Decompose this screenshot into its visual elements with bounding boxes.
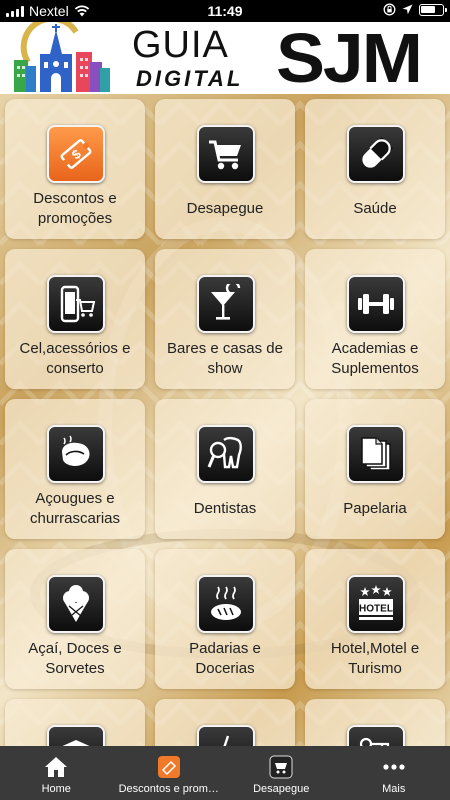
- coupon-icon: $: [47, 125, 105, 183]
- category-tile-hotel[interactable]: HOTEL Hotel,Motel e Turismo: [305, 549, 445, 689]
- category-label: Açaí, Doces e Sorvetes: [28, 640, 122, 677]
- category-tile-tooth[interactable]: Dentistas: [155, 399, 295, 539]
- category-tile-cart[interactable]: Desapegue: [155, 99, 295, 239]
- category-label: Saúde: [353, 200, 397, 217]
- dumbbell-icon: [347, 275, 405, 333]
- tooth-icon: [197, 425, 255, 483]
- category-grid-area[interactable]: $ Descontos e promoções Desapegue Saúde Cel,…: [0, 94, 450, 746]
- coupon-icon: [156, 754, 182, 780]
- category-label: Descontos e promoções: [33, 190, 117, 227]
- logo-guia-text: GUIA: [132, 24, 229, 66]
- logo-digital-text: DIGITAL: [136, 66, 244, 91]
- tab-mais-label: Mais: [382, 783, 406, 795]
- category-label: Dentistas: [193, 500, 257, 517]
- category-tile-dumbbell[interactable]: Academias e Suplementos: [305, 249, 445, 389]
- city-logo-icon: [14, 22, 110, 92]
- logo-sjm-text: SJM: [276, 22, 423, 94]
- battery-icon: [419, 3, 447, 16]
- category-tile-phone-cart[interactable]: Cel,acessórios e conserto: [5, 249, 145, 389]
- bread-icon: [197, 575, 255, 633]
- category-label: Desapegue: [186, 200, 264, 217]
- cart-icon: [197, 125, 255, 183]
- hotel-icon: HOTEL: [347, 575, 405, 633]
- status-right: [383, 3, 447, 16]
- steak-icon: [47, 425, 105, 483]
- tab-home-label: Home: [41, 783, 71, 795]
- tab-home[interactable]: Home: [0, 746, 113, 800]
- cart-icon: [268, 754, 294, 780]
- pill-icon: [347, 125, 405, 183]
- category-tile-cocktail[interactable]: Bares e casas de show: [155, 249, 295, 389]
- category-tile-fast-food[interactable]: [155, 699, 295, 746]
- tab-desapegue[interactable]: Desapegue: [225, 746, 338, 800]
- category-tile-graduation-cap[interactable]: [5, 699, 145, 746]
- category-label: Padarias e Docerias: [189, 640, 261, 677]
- bottom-tab-bar: Home Descontos e prom… Desapegue Mais: [0, 746, 450, 800]
- home-icon: [43, 754, 69, 780]
- car-key-icon: [347, 725, 405, 746]
- category-label: Cel,acessórios e conserto: [19, 340, 131, 377]
- category-tile-car-key[interactable]: [305, 699, 445, 746]
- papers-icon: [347, 425, 405, 483]
- location-arrow-icon: [402, 4, 413, 15]
- category-label: Hotel,Motel e Turismo: [330, 640, 420, 677]
- category-tile-coupon[interactable]: $ Descontos e promoções: [5, 99, 145, 239]
- header-banner: GUIA DIGITAL SJM: [0, 22, 450, 94]
- tab-descontos[interactable]: Descontos e prom…: [113, 746, 226, 800]
- tab-mais[interactable]: Mais: [338, 746, 450, 800]
- category-tile-pill[interactable]: Saúde: [305, 99, 445, 239]
- ice-cream-icon: [47, 575, 105, 633]
- category-label: Bares e casas de show: [167, 340, 283, 377]
- category-label: Papelaria: [343, 500, 407, 517]
- fast-food-icon: [197, 725, 255, 746]
- category-tile-ice-cream[interactable]: Açaí, Doces e Sorvetes: [5, 549, 145, 689]
- status-bar: Nextel 11:49: [0, 0, 450, 22]
- category-tile-steak[interactable]: Açougues e churrascarias: [5, 399, 145, 539]
- category-tile-papers[interactable]: Papelaria: [305, 399, 445, 539]
- category-label: Academias e Suplementos: [331, 340, 419, 377]
- graduation-cap-icon: [47, 725, 105, 746]
- rotation-lock-icon: [383, 3, 396, 16]
- category-label: Açougues e churrascarias: [29, 490, 121, 527]
- phone-cart-icon: [47, 275, 105, 333]
- tab-desapegue-label: Desapegue: [253, 783, 310, 795]
- tab-descontos-label: Descontos e prom…: [118, 783, 219, 795]
- cocktail-icon: [197, 275, 255, 333]
- more-dots-icon: [381, 754, 407, 780]
- svg-text:HOTEL: HOTEL: [359, 604, 393, 615]
- category-tile-bread[interactable]: Padarias e Docerias: [155, 549, 295, 689]
